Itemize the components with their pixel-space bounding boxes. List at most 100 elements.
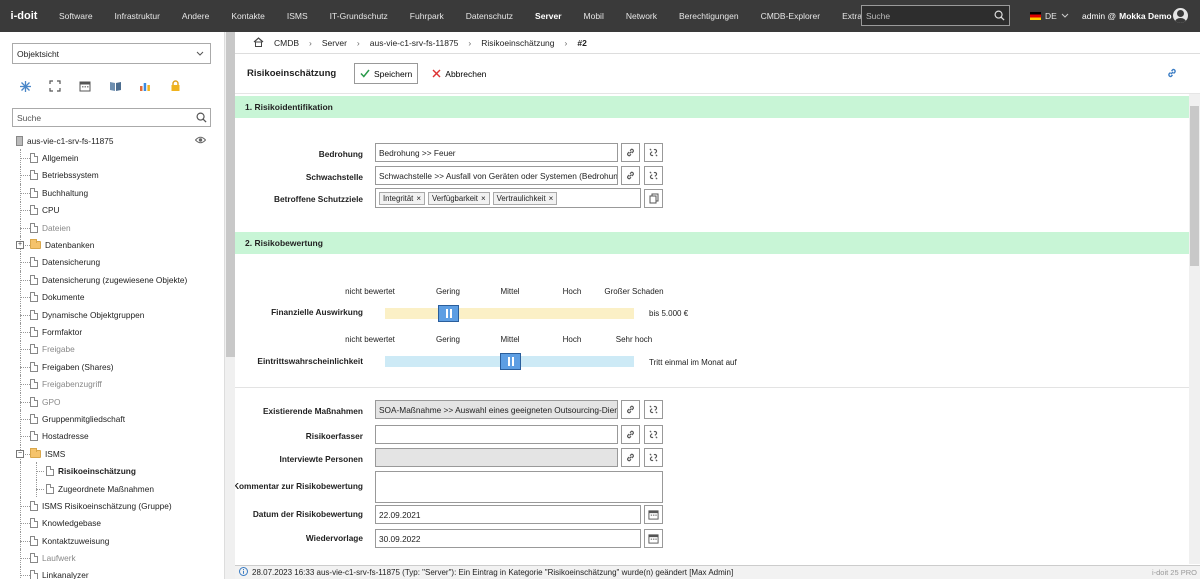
weakness-field[interactable]: Schwachstelle >> Ausfall von Geräten ode… (375, 166, 618, 185)
main-scrollbar[interactable] (1189, 94, 1200, 564)
tree-root[interactable]: aus-vie-c1-srv-fs-11875 (0, 132, 224, 149)
tree-item[interactable]: Freigaben (Shares) (0, 358, 224, 376)
impact-slider-track[interactable] (385, 308, 634, 319)
fullscreen-icon[interactable] (46, 79, 64, 93)
risk-author-field[interactable] (375, 425, 618, 444)
nav-item-berechtigungen[interactable]: Berechtigungen (668, 0, 750, 32)
resubmission-date-picker-button[interactable] (644, 529, 663, 548)
nav-item-software[interactable]: Software (48, 0, 104, 32)
tree-search-input[interactable] (13, 109, 192, 126)
risk-author-link-button[interactable] (621, 425, 640, 444)
protection-goals-field[interactable]: Integrität × Verfügbarkeit × Vertraulichkeit… (375, 188, 641, 208)
assessment-date-field[interactable]: 22.09.2021 (375, 505, 641, 524)
nav-item-isms[interactable]: ISMS (276, 0, 319, 32)
measures-detach-button[interactable] (644, 400, 663, 419)
nav-item-datenschutz[interactable]: Datenschutz (455, 0, 524, 32)
tree-item[interactable]: Freigabenzugriff (0, 375, 224, 393)
tree-item[interactable]: Dateien (0, 218, 224, 237)
tree-item[interactable]: Risikoeinschätzung (0, 462, 224, 480)
cancel-button[interactable]: Abbrechen (426, 63, 493, 84)
tree-item[interactable]: Gruppenmitgliedschaft (0, 410, 224, 428)
tree-item[interactable]: Laufwerk (0, 549, 224, 567)
nav-item-server[interactable]: Server (524, 0, 572, 32)
chart-icon[interactable] (136, 79, 154, 93)
breadcrumb-item[interactable]: Server (322, 38, 347, 48)
probability-slider-handle[interactable] (500, 353, 521, 370)
risk-author-detach-button[interactable] (644, 425, 663, 444)
tree-item[interactable]: GPO (0, 392, 224, 411)
protection-goals-copy-button[interactable] (644, 189, 663, 208)
tree-item[interactable]: Knowledgebase (0, 514, 224, 532)
tree-item[interactable]: Kontaktzuweisung (0, 531, 224, 550)
tree-item[interactable]: Linkanalyzer (0, 566, 224, 579)
threat-link-button[interactable] (621, 143, 640, 162)
tree-item[interactable]: CPU (0, 201, 224, 219)
weakness-detach-button[interactable] (644, 166, 663, 185)
nav-item-fuhrpark[interactable]: Fuhrpark (399, 0, 455, 32)
calendar-icon[interactable] (76, 79, 94, 93)
object-view-select[interactable]: Objektsicht (12, 43, 211, 64)
tree-item[interactable]: Betriebssystem (0, 166, 224, 185)
tree-connector (20, 418, 30, 420)
scrollbar-thumb[interactable] (1190, 106, 1199, 266)
remove-tag-icon[interactable]: × (481, 194, 486, 203)
weakness-link-button[interactable] (621, 166, 640, 185)
breadcrumb-item[interactable]: CMDB (274, 38, 299, 48)
nav-item-andere[interactable]: Andere (171, 0, 220, 32)
search-icon[interactable] (989, 10, 1009, 21)
link-icon[interactable] (1166, 67, 1178, 81)
tree-expand-icon[interactable] (16, 79, 34, 93)
scrollbar-thumb[interactable] (226, 32, 235, 357)
book-icon[interactable] (106, 79, 124, 93)
tree-item[interactable]: Dynamische Objektgruppen (0, 305, 224, 324)
assessment-date-picker-button[interactable] (644, 505, 663, 524)
tree-item[interactable]: − ISMS (0, 445, 224, 463)
avatar-icon[interactable] (1173, 8, 1188, 23)
nav-item-cmdb-explorer[interactable]: CMDB-Explorer (750, 0, 832, 32)
tree-item[interactable]: Hostadresse (0, 427, 224, 446)
tree-item[interactable]: Freigabe (0, 340, 224, 359)
tree-item[interactable]: Dokumente (0, 288, 224, 306)
lock-icon[interactable] (166, 79, 184, 93)
breadcrumb-item[interactable]: aus-vie-c1-srv-fs-11875 (370, 38, 459, 48)
measures-link-button[interactable] (621, 400, 640, 419)
tree-item[interactable]: Allgemein (0, 149, 224, 167)
tree-item[interactable]: Datensicherung (zugewiesene Objekte) (0, 271, 224, 289)
nav-item-infrastruktur[interactable]: Infrastruktur (104, 0, 171, 32)
chain-link-icon (627, 148, 634, 157)
user-menu[interactable]: admin @ Mokka Demo (1082, 0, 1172, 32)
interviewed-detach-button[interactable] (644, 448, 663, 467)
global-search-input[interactable] (862, 6, 989, 25)
tree-item[interactable]: ISMS Risikoeinschätzung (Gruppe) (0, 497, 224, 515)
expand-icon[interactable]: + (16, 241, 24, 250)
eye-icon[interactable] (194, 136, 207, 146)
document-icon (30, 326, 38, 337)
nav-item-kontakte[interactable]: Kontakte (220, 0, 276, 32)
threat-detach-button[interactable] (644, 143, 663, 162)
breadcrumb-item[interactable]: Risikoeinschätzung (481, 38, 554, 48)
interviewed-link-button[interactable] (621, 448, 640, 467)
tree-item[interactable]: Formfaktor (0, 323, 224, 341)
interviewed-field[interactable] (375, 448, 618, 467)
tree-item[interactable]: Datensicherung (0, 253, 224, 272)
collapse-icon[interactable]: − (16, 450, 24, 459)
tree-item[interactable]: Zugeordnete Maßnahmen (0, 479, 224, 498)
impact-slider-handle[interactable] (438, 305, 459, 322)
idoit-logo[interactable]: i-doit (0, 0, 48, 32)
left-panel-scrollbar[interactable] (224, 32, 235, 579)
nav-item-mobil[interactable]: Mobil (573, 0, 615, 32)
save-button[interactable]: Speichern (354, 63, 419, 84)
tree-item[interactable]: Buchhaltung (0, 184, 224, 202)
threat-field[interactable]: Bedrohung >> Feuer (375, 143, 618, 162)
nav-item-network[interactable]: Network (615, 0, 668, 32)
nav-item-it-grundschutz[interactable]: IT-Grundschutz (319, 0, 399, 32)
tree-item[interactable]: + Datenbanken (0, 236, 224, 254)
home-icon[interactable] (253, 36, 264, 49)
measures-field[interactable]: SOA-Maßnahme >> Auswahl eines geeigneten… (375, 400, 618, 419)
comment-textarea[interactable] (375, 471, 663, 503)
search-icon[interactable] (192, 112, 210, 123)
remove-tag-icon[interactable]: × (549, 194, 554, 203)
resubmission-field[interactable]: 30.09.2022 (375, 529, 641, 548)
remove-tag-icon[interactable]: × (416, 194, 421, 203)
language-selector[interactable]: DE (1030, 0, 1069, 32)
